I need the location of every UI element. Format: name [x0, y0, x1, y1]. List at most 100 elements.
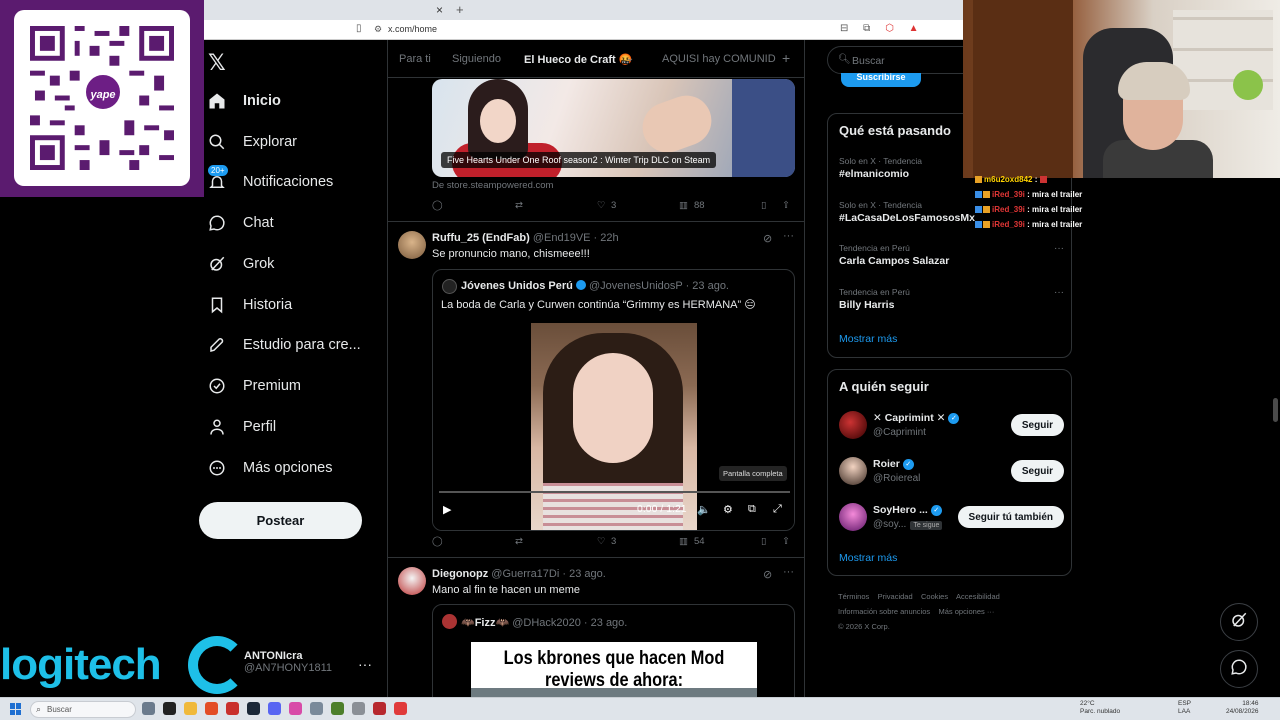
author-handle[interactable]: @Guerra17Di · 23 ago.: [491, 568, 606, 580]
video-player[interactable]: Pantalla completa ▶ 0:00 / 1:21 🔈 ⚙ ⧉ ⤢: [433, 323, 794, 530]
nav-item-grok[interactable]: Grok: [208, 249, 274, 279]
tab-aquisi-comunidad[interactable]: AQUISI hay COMUNID: [662, 53, 776, 65]
taskbar-clock[interactable]: 18:46 24/08/2026: [1226, 700, 1259, 716]
reply-icon[interactable]: ◯: [432, 200, 443, 211]
chevron-down-icon[interactable]: ⌄: [626, 53, 634, 64]
quoted-tweet[interactable]: Jóvenes Unidos Perú @JovenesUnidosP · 23…: [432, 269, 795, 531]
fullscreen-icon[interactable]: ⤢: [773, 503, 782, 516]
volume-icon[interactable]: 🔈: [697, 503, 711, 516]
nav-item-mas-opciones[interactable]: Más opciones: [208, 453, 332, 483]
play-icon[interactable]: ▶: [443, 503, 451, 516]
views-icon[interactable]: ▥: [679, 200, 688, 211]
follow-suggestion[interactable]: ✕ Caprimint ✕ ✓ @Caprimint Seguir: [839, 410, 1064, 440]
nav-item-perfil[interactable]: Perfil: [208, 412, 276, 442]
share-icon[interactable]: ⇪: [782, 200, 790, 211]
like-icon[interactable]: ♡: [597, 536, 606, 547]
grok-explain-icon[interactable]: ⊘: [763, 232, 772, 245]
follow-suggestion[interactable]: Roier ✓ @Roiereal Seguir: [839, 456, 1064, 486]
taskbar-app-icon[interactable]: [205, 702, 218, 715]
taskbar-app-icon[interactable]: [142, 702, 155, 715]
trend-item[interactable]: Tendencia en Perú Billy Harris ···: [839, 287, 1064, 311]
trend-item[interactable]: Tendencia en Perú Carla Campos Salazar ·…: [839, 243, 1064, 267]
reply-icon[interactable]: ◯: [432, 536, 443, 547]
settings-icon[interactable]: ⚙: [723, 503, 733, 516]
link-card-image[interactable]: Five Hearts Under One Roof season2 : Win…: [432, 79, 795, 177]
taskbar-app-icon[interactable]: [163, 702, 176, 715]
retweet-icon[interactable]: ⇄: [515, 536, 523, 547]
author-name[interactable]: Ruffu_25 (EndFab): [432, 232, 530, 244]
more-icon[interactable]: ···: [1054, 287, 1064, 298]
nav-item-explorar[interactable]: Explorar: [208, 127, 297, 157]
footer-link[interactable]: Privacidad: [878, 592, 913, 601]
more-icon[interactable]: ···: [1054, 243, 1064, 254]
nav-item-inicio[interactable]: Inicio: [208, 86, 281, 116]
nav-item-chat[interactable]: Chat: [208, 208, 274, 238]
more-icon[interactable]: ···: [783, 230, 794, 242]
like-icon[interactable]: ♡: [597, 200, 606, 211]
follow-suggestion[interactable]: SoyHero ... ✓ @soy... Te sigue Seguir tú t…: [839, 502, 1064, 532]
footer-link[interactable]: Términos: [838, 592, 869, 601]
x-logo[interactable]: 𝕏: [208, 50, 226, 76]
grok-fab-icon[interactable]: [1220, 603, 1258, 641]
grok-explain-icon[interactable]: ⊘: [763, 568, 772, 581]
views-icon[interactable]: ▥: [679, 536, 688, 547]
taskbar-app-icon[interactable]: [394, 702, 407, 715]
show-more-trends-link[interactable]: Mostrar más: [839, 333, 897, 345]
author-handle[interactable]: @End19VE · 22h: [533, 232, 619, 244]
nav-item-notificaciones[interactable]: 20+ Notificaciones: [208, 165, 333, 197]
quoted-tweet[interactable]: 🦇Fizz🦇 @DHack2020 · 23 ago. Los kbrones …: [432, 604, 795, 700]
video-progress-bar[interactable]: [439, 491, 790, 493]
follow-back-button[interactable]: Seguir tú también: [957, 506, 1064, 528]
taskbar-app-icon[interactable]: [289, 702, 302, 715]
browser-extension-icons[interactable]: ⊟ ⧉ ⬡ ▲: [840, 23, 924, 34]
show-more-follow-link[interactable]: Mostrar más: [839, 552, 897, 564]
windows-start-icon[interactable]: [10, 703, 22, 715]
link-card-source[interactable]: De store.steampowered.com: [432, 180, 553, 191]
taskbar-app-icon[interactable]: [184, 702, 197, 715]
follow-button[interactable]: Seguir: [1010, 414, 1064, 436]
taskbar-language[interactable]: ESP LAA: [1178, 700, 1191, 716]
taskbar-search[interactable]: ⌕ Buscar: [30, 701, 136, 718]
follow-button[interactable]: Seguir: [1010, 460, 1064, 482]
pip-icon[interactable]: ⧉: [748, 503, 756, 516]
footer-link[interactable]: Accesibilidad: [956, 592, 1000, 601]
share-icon[interactable]: ⇪: [782, 536, 790, 547]
account-switcher[interactable]: ANTONIcra @AN7HONY1811: [244, 650, 332, 674]
nav-item-premium[interactable]: Premium: [208, 371, 301, 401]
bookmark-icon[interactable]: ▯: [761, 200, 766, 211]
address-bar[interactable]: ▯ ⚙ x.com/home ⊟ ⧉ ⬡ ▲: [204, 20, 964, 40]
tab-para-ti[interactable]: Para ti: [399, 53, 431, 65]
bookmark-icon[interactable]: ▯: [761, 536, 766, 547]
author-name[interactable]: Diegonopz: [432, 568, 488, 580]
avatar[interactable]: [398, 231, 426, 259]
taskbar-app-icon[interactable]: [352, 702, 365, 715]
page-scrollbar[interactable]: [1273, 398, 1278, 422]
account-more-icon[interactable]: ···: [358, 656, 372, 672]
taskbar-app-icon[interactable]: [268, 702, 281, 715]
taskbar-app-icon[interactable]: [226, 702, 239, 715]
retweet-icon[interactable]: ⇄: [515, 200, 523, 211]
new-tab-icon[interactable]: +: [456, 2, 464, 17]
footer-link[interactable]: Más opciones ···: [938, 607, 994, 616]
add-tab-icon[interactable]: +: [782, 50, 790, 66]
taskbar-app-icon[interactable]: [247, 702, 260, 715]
subscribe-button[interactable]: Suscribirse: [841, 73, 921, 87]
tab-siguiendo[interactable]: Siguiendo: [452, 53, 501, 65]
taskbar-app-icon[interactable]: [373, 702, 386, 715]
tab-close-icon[interactable]: ×: [436, 3, 443, 17]
messages-fab-icon[interactable]: [1220, 650, 1258, 688]
tab-el-hueco-de-craft[interactable]: El Hueco de Craft 🤬: [524, 53, 632, 66]
footer-link[interactable]: Información sobre anuncios: [838, 607, 930, 616]
avatar[interactable]: [398, 567, 426, 595]
post-button[interactable]: Postear: [199, 502, 362, 539]
footer-link[interactable]: Cookies: [921, 592, 948, 601]
bookmark-icon[interactable]: ▯: [356, 23, 362, 34]
nav-item-estudio[interactable]: Estudio para cre...: [208, 330, 361, 360]
site-info-icon[interactable]: ⚙: [374, 24, 382, 35]
more-icon[interactable]: ···: [783, 566, 794, 578]
taskbar-app-icon[interactable]: [331, 702, 344, 715]
url-text[interactable]: x.com/home: [388, 24, 437, 34]
nav-item-historia[interactable]: Historia: [208, 290, 292, 320]
taskbar-weather[interactable]: 22°C Parc. nublado: [1080, 700, 1120, 716]
taskbar-app-icon[interactable]: [310, 702, 323, 715]
